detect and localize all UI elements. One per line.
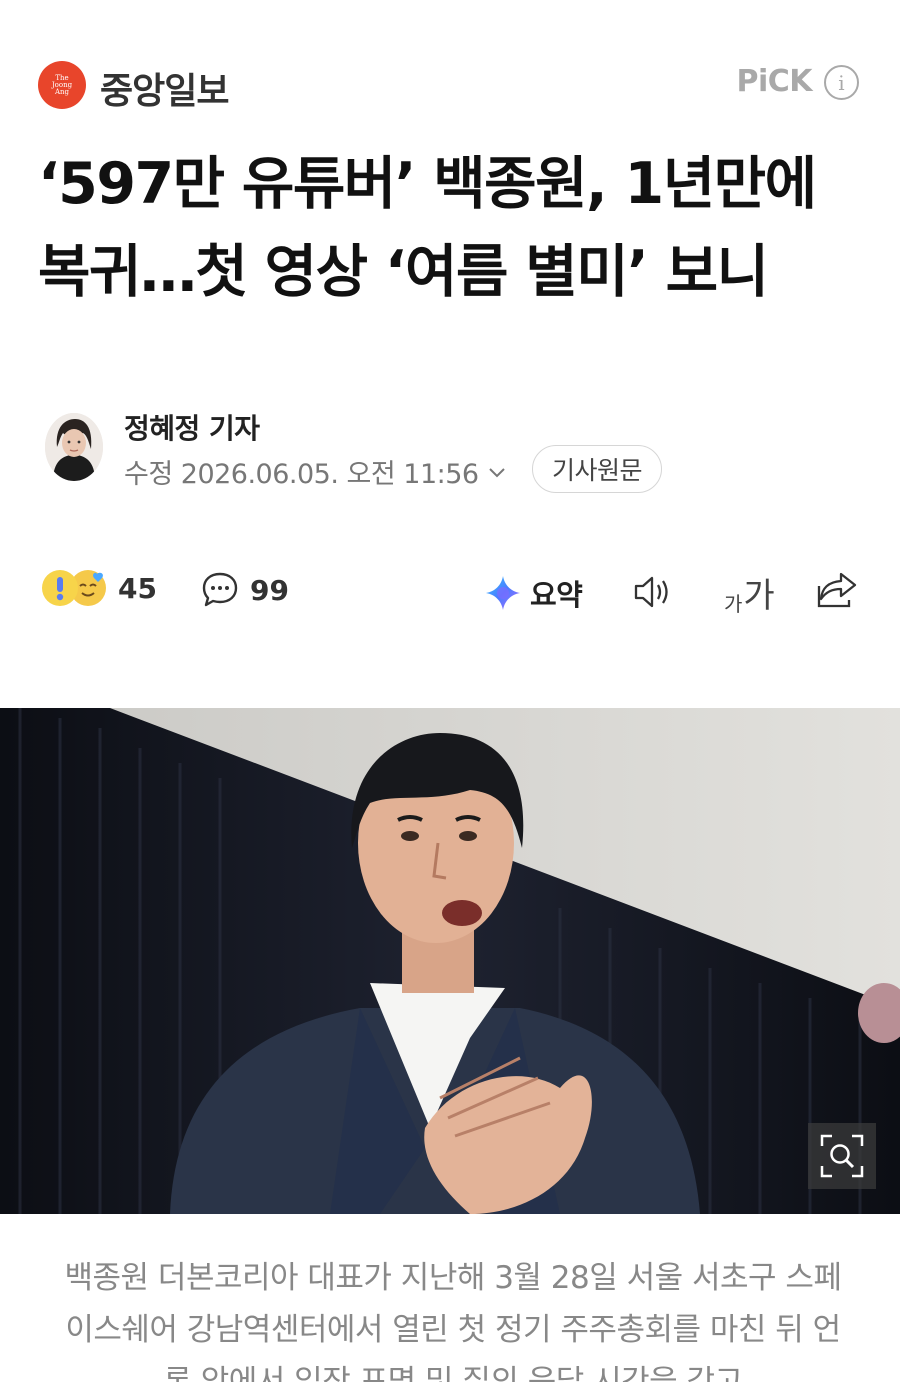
author-name[interactable]: 정혜정 기자 xyxy=(124,407,260,447)
press-logo[interactable]: The Joong Ang xyxy=(38,61,86,109)
font-size-large-glyph: 가 xyxy=(743,576,775,616)
article-photo[interactable] xyxy=(0,708,900,1214)
speech-bubble-icon xyxy=(202,572,238,607)
original-article-button[interactable]: 기사원문 xyxy=(532,445,662,493)
speaker-icon xyxy=(634,576,668,608)
reaction-count: 45 xyxy=(118,571,157,605)
magnifier-zoom-icon xyxy=(820,1134,864,1178)
share-icon xyxy=(817,572,857,608)
photo-zoom-button[interactable] xyxy=(808,1123,876,1189)
surprise-emoji-glyph xyxy=(56,577,64,601)
summary-button[interactable]: 요약 xyxy=(484,572,583,614)
chevron-down-icon xyxy=(488,467,505,477)
text-to-speech-button[interactable] xyxy=(632,572,678,616)
comment-count: 99 xyxy=(250,573,289,607)
info-icon-glyph: i xyxy=(838,70,845,95)
summary-label: 요약 xyxy=(530,578,583,612)
article-date-text: 수정 2026.06.05. 오전 11:56 xyxy=(124,459,479,490)
comment-button[interactable]: 99 xyxy=(200,570,289,610)
article-action-bar: 45 99 요약 가 가 xyxy=(0,560,900,624)
photo-caption: 백종원 더본코리아 대표가 지난해 3월 28일 서울 서초구 스페이스쉐어 강… xyxy=(64,1260,842,1382)
surprise-emoji-icon xyxy=(42,570,78,606)
article-headline: ‘597만 유튜버’ 백종원, 1년만에 복귀…첫 영상 ‘여름 별미’ 보니 xyxy=(38,151,817,305)
author-avatar[interactable] xyxy=(45,413,103,481)
font-size-small-glyph: 가 xyxy=(724,592,743,616)
article-header-bar: The Joong Ang 중앙일보 PiCK i xyxy=(0,0,900,160)
author-portrait-image xyxy=(45,413,103,481)
info-icon[interactable]: i xyxy=(824,65,859,100)
article-date[interactable]: 수정 2026.06.05. 오전 11:56 xyxy=(124,452,509,491)
article-photo-image xyxy=(0,708,900,1214)
press-logo-line-3: Ang xyxy=(54,87,70,96)
share-button[interactable] xyxy=(815,570,859,614)
reaction-button[interactable]: 45 xyxy=(42,570,157,606)
ai-sparkle-icon xyxy=(486,576,520,610)
font-size-icon[interactable]: 가 가 xyxy=(724,568,775,617)
press-name[interactable]: 중앙일보 xyxy=(100,62,229,114)
pick-badge: PiCK xyxy=(736,64,812,99)
